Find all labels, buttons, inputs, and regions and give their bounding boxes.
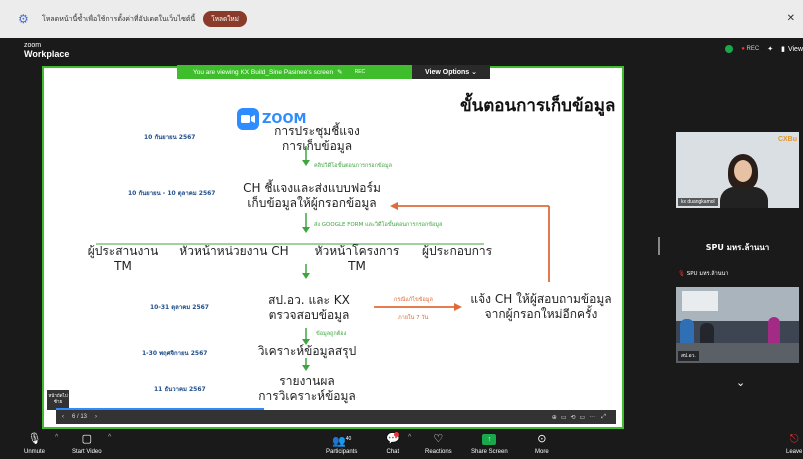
zoom-in-icon[interactable]: ⊕ [552, 414, 557, 421]
notification-text: โหลดหน้านี้ซ้ำเพื่อใช้การตั้งค่าที่อัปเด… [42, 15, 196, 23]
reload-button[interactable]: โหลดใหม่ [203, 11, 247, 27]
leave-button[interactable]: ⎋ Leave [786, 432, 802, 455]
shared-screen: ขั้นตอนการเก็บข้อมูล ZOOM 10 กันยายน 256… [42, 66, 624, 429]
share-screen-icon: ↑ [482, 434, 497, 445]
date-label: 1-30 พฤศจิกายน 2567 [142, 350, 208, 357]
date-label: 10-31 ตุลาคม 2567 [150, 304, 209, 311]
unmute-button[interactable]: 🎙 Unmute [24, 432, 45, 455]
pin-icon[interactable]: ✦ [767, 45, 773, 53]
note-google-form: ส่ง GOOGLE FORM และวิดีโอขั้นตอนการกรอกข… [314, 222, 443, 228]
step-send-form: CH ชี้แจงและส่งแบบฟอร์ม เก็บข้อมูลให้ผู้… [243, 181, 381, 210]
sync-icon[interactable]: ⟲ [570, 414, 575, 421]
step-analyze: วิเคราะห์ข้อมูลสรุป [257, 344, 357, 358]
viewing-screen-banner: You are viewing KX Build_Sine Pasinee's … [177, 65, 412, 79]
date-label: 10 กันยายน - 10 ตุลาคม 2567 [128, 190, 216, 197]
view-options-button[interactable]: View Options ⌄ [412, 65, 490, 79]
slide-navigation-bar: ‹ 6 / 13 › ⊕ ▭ ⟲ ▭ ··· ⤢ [56, 408, 616, 424]
audio-options-caret[interactable]: ^ [55, 434, 58, 441]
pin-icon: ✎ [337, 69, 343, 76]
cxbuild-logo: CXBu [777, 136, 797, 143]
note-data-correct: ข้อมูลถูกต้อง [316, 331, 347, 337]
date-label: 10 กันยายน 2567 [144, 134, 196, 141]
muted-mic-icon: 🎙 [27, 433, 42, 445]
next-page-hint: หน้าถัดไป ซ้าย [47, 390, 69, 410]
grid-icon: ▮ [781, 46, 785, 53]
fullscreen-icon[interactable]: ⤢ [601, 414, 606, 421]
unread-badge [394, 432, 399, 437]
page-indicator: 6 / 13 [72, 414, 88, 420]
reactions-button[interactable]: ♡ Reactions [425, 432, 452, 455]
participant-video-room[interactable]: สป.อว. [676, 287, 799, 363]
more-button[interactable]: ⊙ More [535, 432, 549, 455]
participants-icon: 👥40 [332, 435, 352, 448]
zoom-workplace-logo: zoom Workplace [24, 42, 70, 59]
participants-button[interactable]: 👥40 Participants [326, 432, 357, 455]
video-off-icon: ▢ [81, 433, 92, 445]
date-label: 11 ธันวาคม 2567 [154, 386, 206, 393]
more-options-icon[interactable]: ··· [589, 414, 595, 420]
step-verify: สป.อว. และ KX ตรวจสอบข้อมูล [268, 293, 350, 322]
gear-icon: ⚙ [18, 12, 29, 26]
leave-icon: ⎋ [789, 433, 799, 445]
meeting-toolbar: 🎙 Unmute ^ ▢ Start Video ^ 👥40 Participa… [0, 430, 803, 459]
step-meeting: การประชุมชี้แจง การเก็บข้อมูล [274, 124, 360, 153]
participant-video-duangkamol[interactable]: CXBu kx duangkamol [676, 132, 799, 208]
note-video: คลิปวิดีโอขั้นตอนการกรอกข้อมูล [314, 163, 392, 169]
next-page-button[interactable]: › [95, 414, 97, 420]
chat-options-caret[interactable]: ^ [408, 434, 411, 441]
step-report: รายงานผล การวิเคราะห์ข้อมูล [258, 374, 356, 403]
caption-icon[interactable]: ▭ [561, 414, 567, 421]
start-video-button[interactable]: ▢ Start Video [72, 432, 102, 455]
heart-icon: ♡ [433, 433, 444, 445]
reload-notification-bar: ⚙ โหลดหน้านี้ซ้ำเพื่อใช้การตั้งค่าที่อัป… [0, 0, 803, 38]
participant-name: kx duangkamol [678, 198, 718, 206]
note-within-days: ภายใน 7 วัน [398, 315, 429, 321]
role-tm-coordinator: ผู้ประสานงาน TM [87, 244, 159, 273]
presenter-view-icon[interactable]: ▭ [580, 414, 586, 421]
view-button[interactable]: ▮ View [781, 45, 803, 54]
role-ch-head: หัวหน้าหน่วยงาน CH [179, 244, 289, 258]
security-shield-icon[interactable] [725, 45, 734, 53]
video-camera-icon [237, 108, 259, 130]
participant-name: สป.อว. [678, 351, 699, 361]
zoom-header: zoom Workplace ● REC ✦ ▮ View [0, 38, 803, 64]
video-options-caret[interactable]: ^ [108, 434, 111, 441]
more-dots-icon: ⊙ [537, 433, 547, 445]
share-screen-button[interactable]: ↑ Share Screen [471, 432, 508, 455]
recording-indicator: ● REC [741, 46, 760, 52]
prev-page-button[interactable]: ‹ [62, 414, 64, 420]
note-fix-data: กรณีแก้ไขข้อมูล [394, 297, 433, 303]
role-tm-project-head: หัวหน้าโครงการ TM [314, 244, 400, 273]
step-notify-ch: แจ้ง CH ให้ผู้สอบถามข้อมูล จากผู้กรอกใหม… [470, 292, 612, 321]
role-operator: ผู้ประกอบการ [421, 244, 493, 258]
participant-name: 🎙 SPU มหร.ล้านนา [678, 271, 729, 277]
panel-resize-handle[interactable] [658, 237, 660, 255]
close-icon[interactable]: ✕ [787, 13, 795, 24]
muted-mic-icon: 🎙 [678, 271, 685, 277]
slide-progress [56, 408, 264, 410]
chat-button[interactable]: 💬 Chat [386, 432, 400, 455]
chevron-down-icon[interactable]: ⌄ [736, 376, 745, 389]
